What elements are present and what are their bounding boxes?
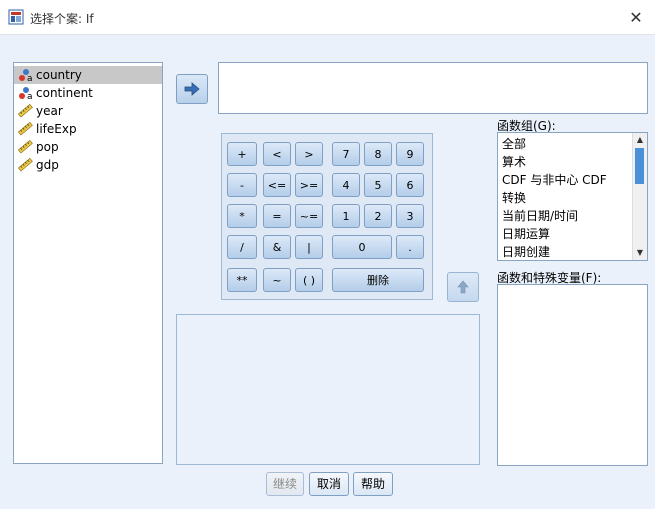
key-8[interactable]: 8: [364, 142, 392, 166]
key-equals[interactable]: =: [263, 204, 291, 228]
key-ge[interactable]: >=: [295, 173, 323, 197]
svg-text:a: a: [27, 92, 33, 100]
key-and[interactable]: &: [263, 235, 291, 259]
key-parentheses[interactable]: ( ): [295, 268, 323, 292]
variable-name: continent: [36, 86, 93, 100]
key-gt[interactable]: >: [295, 142, 323, 166]
key-divide[interactable]: /: [227, 235, 257, 259]
scale-variable-icon: [18, 104, 33, 118]
key-3[interactable]: 3: [396, 204, 424, 228]
up-arrow-icon: [457, 280, 469, 294]
key-4[interactable]: 4: [332, 173, 360, 197]
title-bar: 选择个案: If ✕: [0, 0, 655, 35]
key-5[interactable]: 5: [364, 173, 392, 197]
function-group-item[interactable]: 日期创建: [498, 243, 647, 260]
variable-item[interactable]: gdp: [14, 156, 162, 174]
function-group-item[interactable]: 全部: [498, 135, 647, 153]
move-function-up-button[interactable]: [447, 272, 479, 302]
variable-item[interactable]: a country: [14, 66, 162, 84]
key-not[interactable]: ~: [263, 268, 291, 292]
functions-list[interactable]: [497, 284, 648, 466]
calculator-keypad: + < > 7 8 9 - <= >= 4 5 6 * = ~= 1 2 3 /…: [221, 133, 433, 300]
function-group-item[interactable]: 转换: [498, 189, 647, 207]
select-cases-if-dialog: 选择个案: If ✕ a country a continent year lifeExp…: [0, 0, 655, 509]
nominal-string-variable-icon: a: [19, 87, 33, 100]
scale-variable-icon: [18, 122, 33, 136]
key-not-equal[interactable]: ~=: [295, 204, 323, 228]
key-power[interactable]: **: [227, 268, 257, 292]
function-group-item[interactable]: 日期运算: [498, 225, 647, 243]
key-2[interactable]: 2: [364, 204, 392, 228]
variable-name: country: [36, 68, 82, 82]
scroll-down-icon[interactable]: ▼: [633, 246, 647, 260]
key-0[interactable]: 0: [332, 235, 392, 259]
window-title: 选择个案: If: [30, 12, 94, 26]
key-plus[interactable]: +: [227, 142, 257, 166]
variable-item[interactable]: pop: [14, 138, 162, 156]
scroll-thumb[interactable]: [635, 148, 644, 184]
key-9[interactable]: 9: [396, 142, 424, 166]
key-le[interactable]: <=: [263, 173, 291, 197]
key-or[interactable]: |: [295, 235, 323, 259]
key-7[interactable]: 7: [332, 142, 360, 166]
function-group-item[interactable]: 算术: [498, 153, 647, 171]
function-group-scrollbar[interactable]: ▲ ▼: [632, 133, 647, 260]
variable-name: gdp: [36, 158, 59, 172]
variable-item[interactable]: a continent: [14, 84, 162, 102]
variable-list[interactable]: a country a continent year lifeExp pop gdp: [13, 62, 163, 464]
move-to-expression-button[interactable]: [176, 74, 208, 104]
key-minus[interactable]: -: [227, 173, 257, 197]
key-6[interactable]: 6: [396, 173, 424, 197]
function-group-item[interactable]: 当前日期/时间: [498, 207, 647, 225]
variable-name: pop: [36, 140, 59, 154]
key-1[interactable]: 1: [332, 204, 360, 228]
scroll-up-icon[interactable]: ▲: [633, 133, 647, 147]
scale-variable-icon: [18, 140, 33, 154]
app-icon: [8, 9, 24, 25]
key-multiply[interactable]: *: [227, 204, 257, 228]
close-icon: ✕: [629, 7, 643, 27]
variable-name: year: [36, 104, 63, 118]
help-button[interactable]: 帮助: [353, 472, 393, 496]
nominal-string-variable-icon: a: [19, 69, 33, 82]
key-decimal[interactable]: .: [396, 235, 424, 259]
key-delete[interactable]: 删除: [332, 268, 424, 292]
close-button[interactable]: ✕: [617, 0, 655, 34]
function-group-list[interactable]: 全部 算术 CDF 与非中心 CDF 转换 当前日期/时间 日期运算 日期创建 ▲ ▼: [497, 132, 648, 261]
variable-item[interactable]: lifeExp: [14, 120, 162, 138]
continue-button[interactable]: 继续: [266, 472, 304, 496]
scale-variable-icon: [18, 158, 33, 172]
cancel-button[interactable]: 取消: [309, 472, 349, 496]
svg-text:a: a: [27, 74, 33, 82]
variable-item[interactable]: year: [14, 102, 162, 120]
function-group-item[interactable]: CDF 与非中心 CDF: [498, 171, 647, 189]
right-arrow-icon: [184, 82, 200, 96]
variable-name: lifeExp: [36, 122, 77, 136]
function-description-area: [176, 314, 480, 465]
numeric-expression-input[interactable]: [218, 62, 648, 114]
key-lt[interactable]: <: [263, 142, 291, 166]
